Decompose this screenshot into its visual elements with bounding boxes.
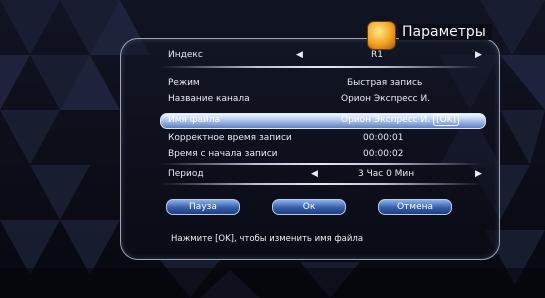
mode-row: Режим Быстрая запись [163, 77, 481, 90]
index-row[interactable]: Индекс ◀ R1 ▶ [163, 49, 482, 62]
period-row[interactable]: Период ◀ 3 Час 0 Мин ▶ [163, 168, 482, 181]
index-value: R1 [371, 50, 383, 60]
hint-text: Нажмите [OK], чтобы изменить имя файла [171, 234, 364, 244]
ok-button[interactable]: Ок [272, 199, 346, 215]
right-arrow-icon[interactable]: ▶ [475, 49, 482, 62]
file-name-label: Имя файла [168, 115, 221, 125]
right-arrow-icon[interactable]: ▶ [475, 168, 482, 181]
mode-label: Режим [168, 78, 200, 88]
correct-record-time-value: 00:00:01 [363, 133, 404, 143]
file-name-value: Орион Экспресс И. [OK] [341, 114, 460, 127]
pause-button[interactable]: Пауза [166, 199, 240, 215]
left-arrow-icon[interactable]: ◀ [296, 49, 303, 62]
correct-record-time-label: Корректное время записи [168, 133, 292, 143]
divider [160, 163, 482, 165]
channel-name-row: Название канала Орион Экспресс И. [163, 93, 481, 106]
panel-title: Параметры [399, 24, 492, 40]
elapsed-time-row: Время с начала записи 00:00:02 [163, 148, 481, 161]
index-label: Индекс [168, 50, 203, 60]
mode-value: Быстрая запись [347, 78, 423, 88]
divider [160, 66, 482, 68]
elapsed-time-label: Время с начала записи [168, 149, 278, 159]
channel-name-value: Орион Экспресс И. [341, 94, 431, 104]
left-arrow-icon[interactable]: ◀ [311, 168, 318, 181]
file-name-row[interactable]: Имя файла Орион Экспресс И. [OK] [163, 114, 481, 127]
period-label: Период [168, 169, 204, 179]
divider [160, 183, 482, 185]
settings-film-icon [367, 21, 396, 50]
elapsed-time-value: 00:00:02 [363, 149, 404, 159]
cancel-button[interactable]: Отмена [378, 199, 452, 215]
period-value: 3 Час 0 Мин [358, 169, 415, 179]
channel-name-label: Название канала [168, 94, 250, 104]
correct-record-time-row: Корректное время записи 00:00:01 [163, 132, 481, 145]
ok-badge: [OK] [433, 114, 460, 126]
